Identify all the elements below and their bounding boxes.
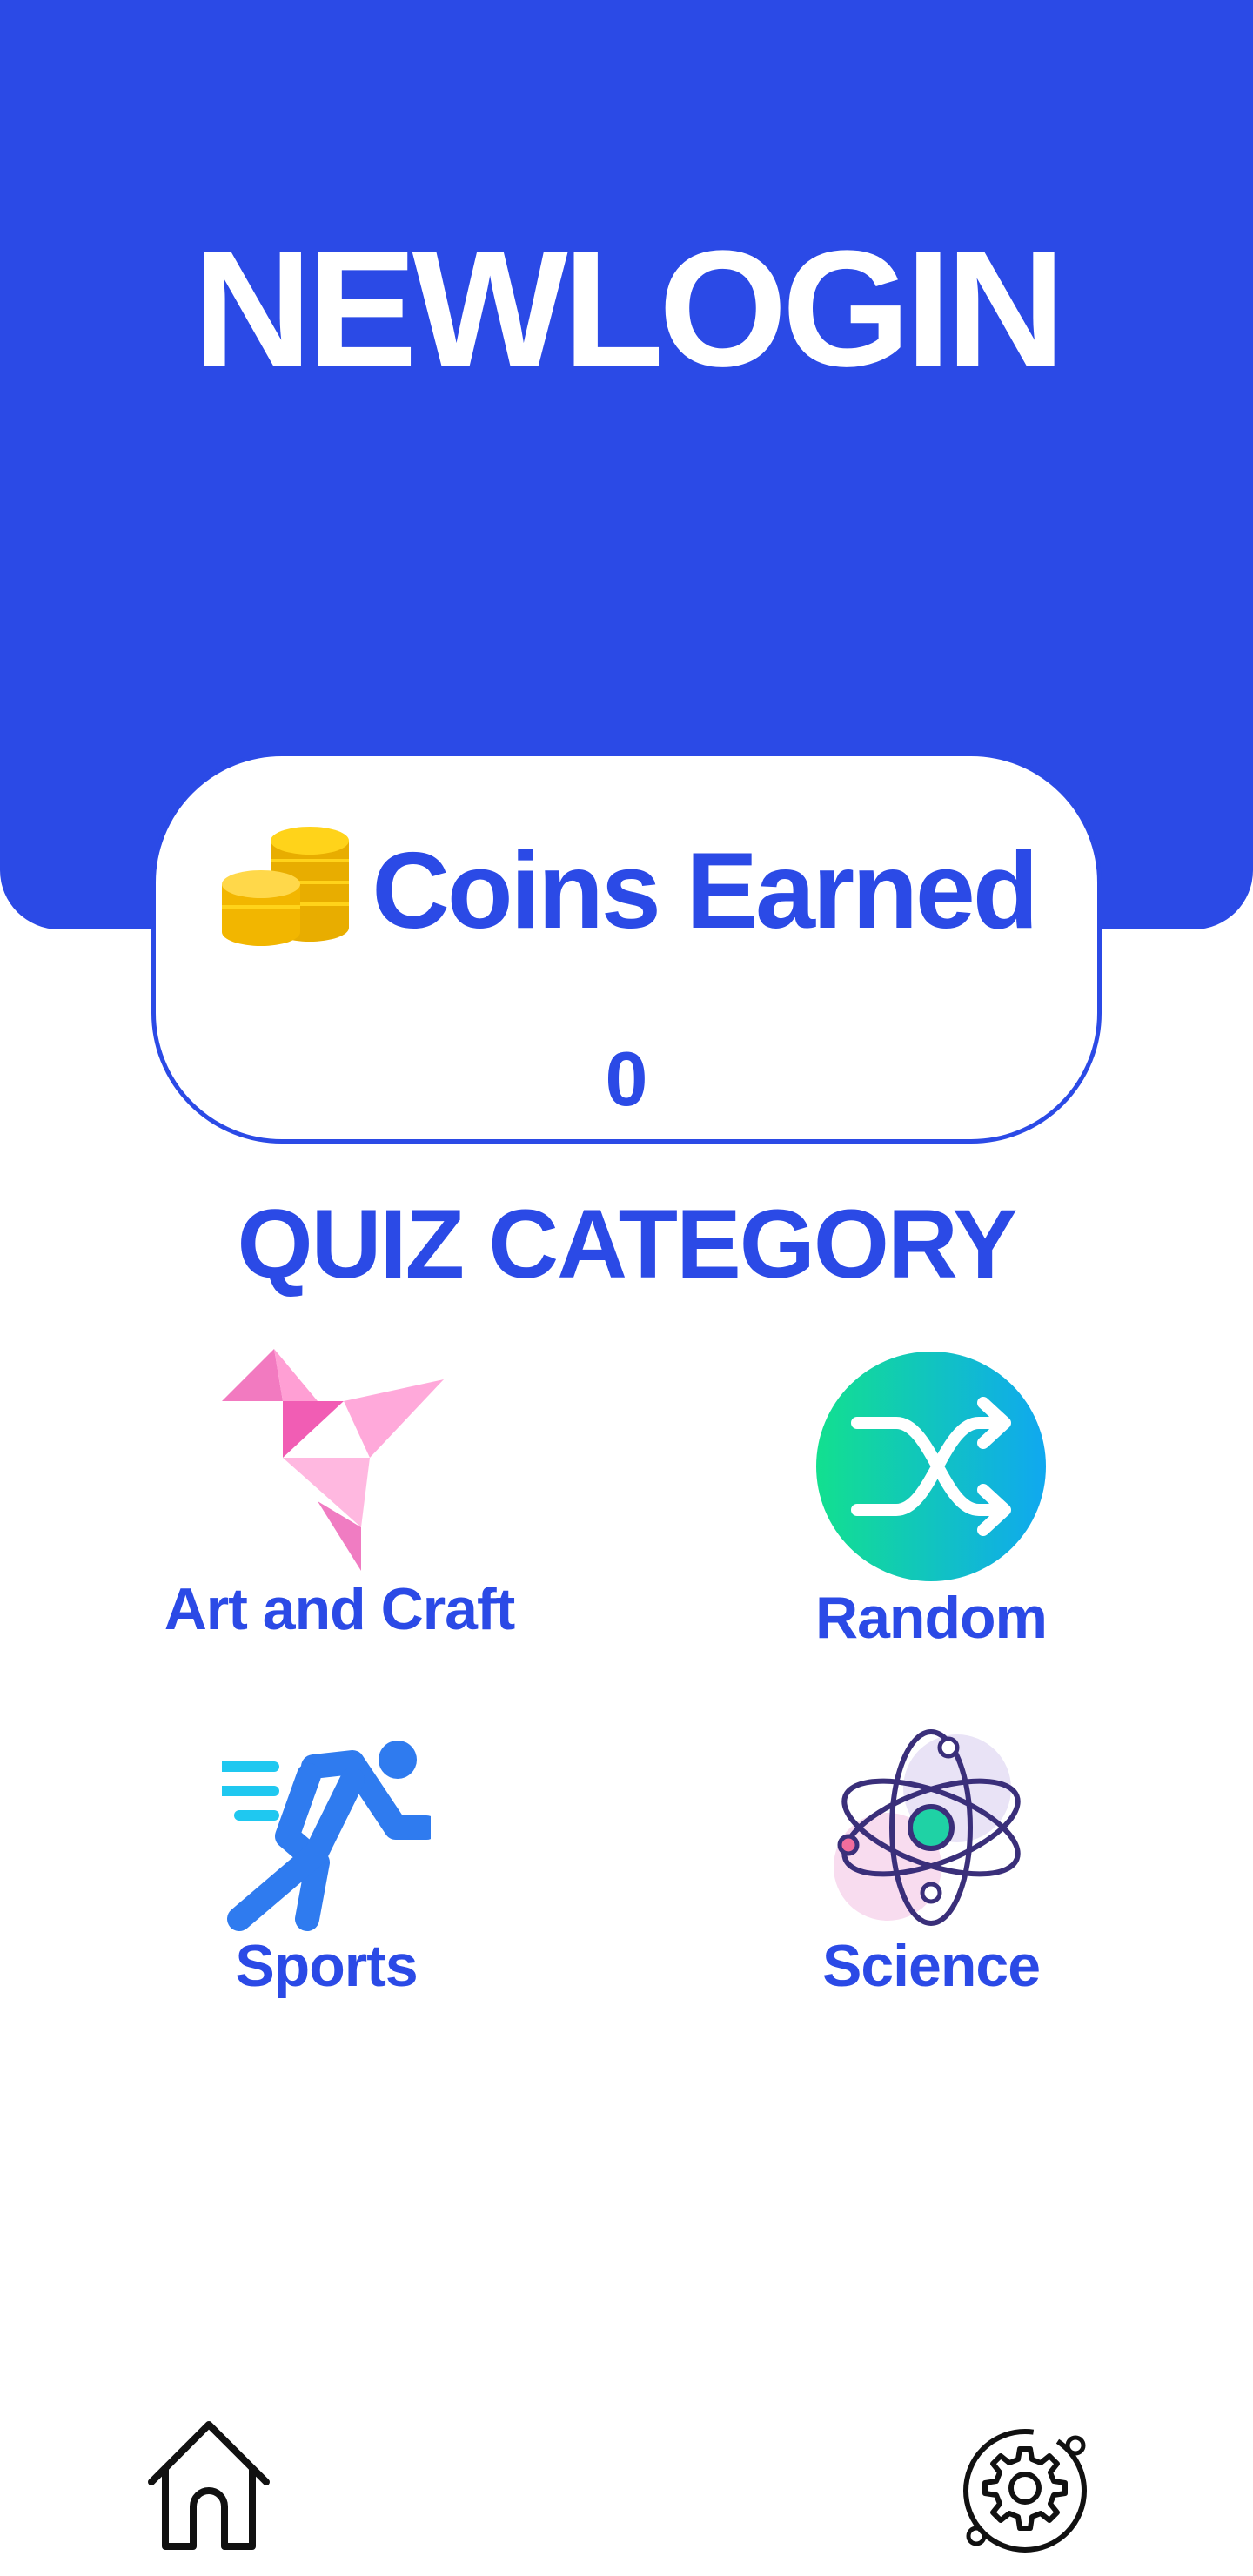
atom-icon <box>834 1729 1021 1926</box>
category-label: Art and Craft <box>164 1576 516 1642</box>
app-title: NEWLOGIN <box>192 217 1066 401</box>
category-label: Science <box>821 1933 1041 1999</box>
category-sports[interactable]: Sports <box>100 1741 553 2000</box>
category-art-and-craft[interactable]: Art and Craft <box>113 1349 566 1643</box>
settings-gear-icon <box>963 2429 1087 2553</box>
home-icon <box>148 2421 270 2550</box>
coins-earned-value: 0 <box>605 1036 648 1122</box>
category-label: Sports <box>235 1933 418 1999</box>
home-screen: NEWLOGIN Coins Earned 0 QUIZ CATEGORY Ar… <box>0 0 1253 2576</box>
shuffle-icon <box>816 1352 1046 1581</box>
running-person-icon <box>222 1741 431 1931</box>
category-science[interactable]: Science <box>705 1723 1157 2000</box>
origami-bird-icon <box>222 1349 444 1571</box>
coins-card: Coins Earned 0 <box>151 752 1102 1144</box>
category-label: Random <box>815 1585 1048 1651</box>
quiz-category-title: QUIZ CATEGORY <box>237 1190 1018 1298</box>
nav-settings-button[interactable] <box>957 2423 1093 2559</box>
category-random[interactable]: Random <box>705 1349 1157 1652</box>
nav-home-button[interactable] <box>139 2418 278 2557</box>
coins-row: Coins Earned <box>156 817 1097 965</box>
coins-earned-label: Coins Earned <box>372 831 1038 951</box>
coins-stack-icon <box>222 827 350 946</box>
